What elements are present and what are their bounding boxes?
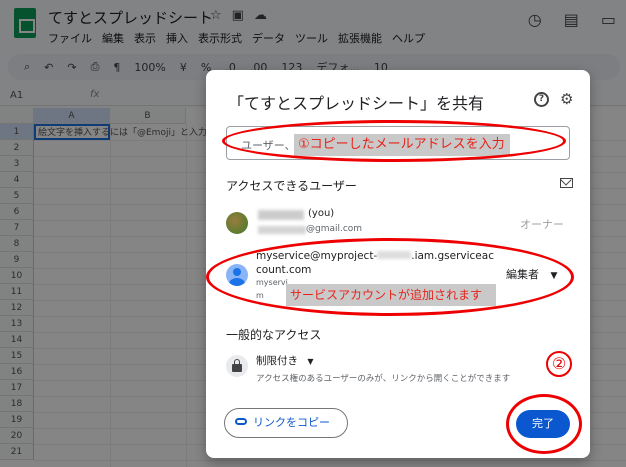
restriction-label: 制限付き [256,355,298,367]
copy-link-label: リンクをコピー [253,416,330,429]
lock-icon [226,355,248,377]
general-access-label: 一般的なアクセス [226,328,322,342]
annotation-ring-done [506,394,582,454]
people-with-access-label: アクセスできるユーザー [226,179,357,193]
copy-link-button[interactable]: リンクをコピー [224,408,348,438]
annotation-ring-service-account [206,238,574,316]
help-icon[interactable]: ? [534,92,549,107]
mail-icon[interactable] [560,178,573,188]
owner-you-label: (you) [308,208,335,219]
annotation-ring-input [222,120,566,162]
owner-email-redacted [258,226,306,234]
link-icon [235,418,247,425]
annotation-step-2: ② [546,351,572,377]
owner-avatar [226,212,248,234]
owner-name-redacted [258,210,304,220]
gear-icon[interactable]: ⚙ [560,90,573,108]
owner-role: オーナー [520,218,564,231]
dialog-title: 「てすとスプレッドシート」を共有 [228,94,485,113]
restriction-select[interactable]: 制限付き ▼ [256,353,314,368]
restriction-dropdown-icon: ▼ [307,357,314,366]
owner-email-suffix: @gmail.com [306,224,363,234]
restriction-description: アクセス権のあるユーザーのみが、リンクから開くことができます [256,374,511,384]
